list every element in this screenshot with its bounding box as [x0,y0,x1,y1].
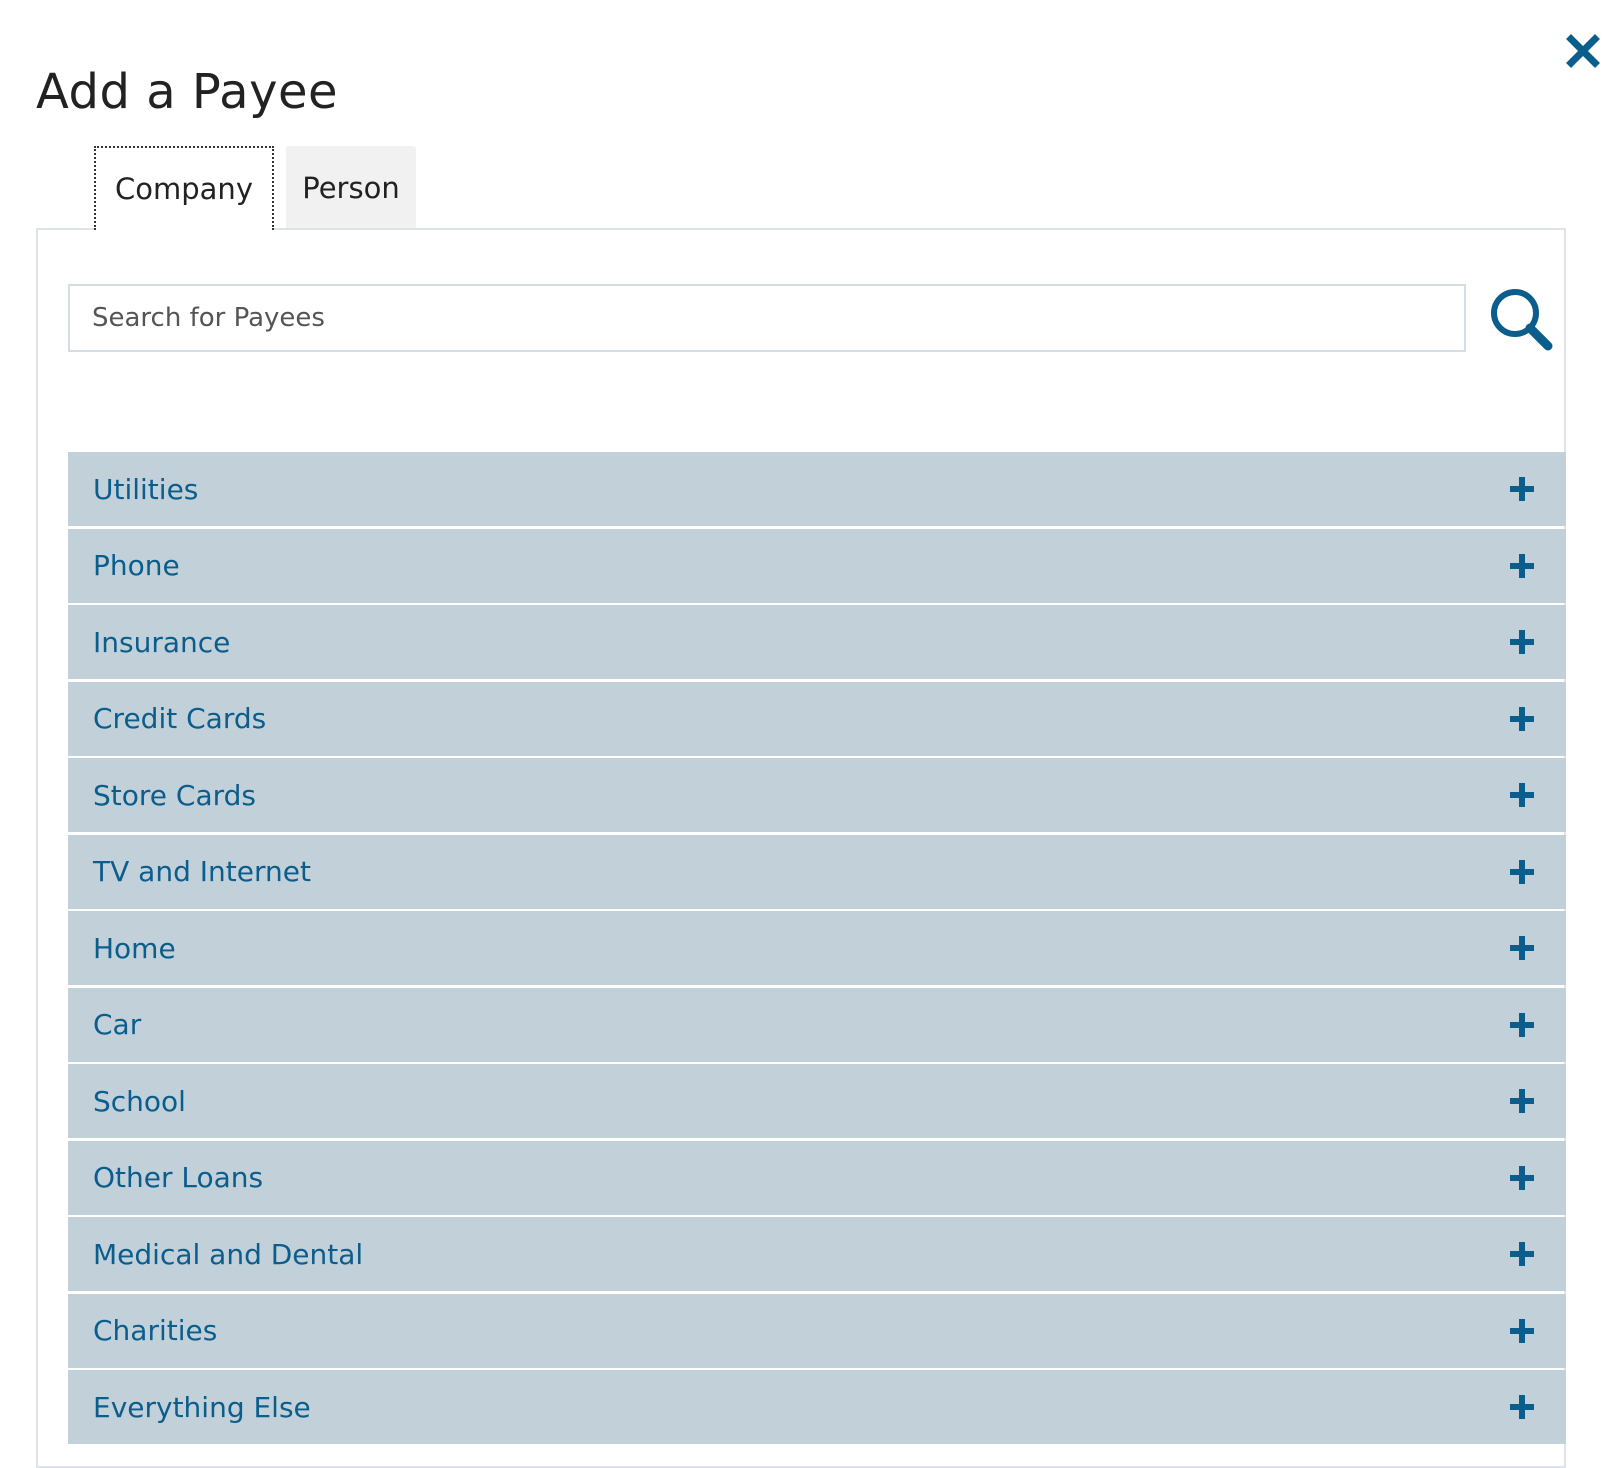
category-row[interactable]: Store Cards [68,758,1566,832]
plus-icon[interactable] [1508,1087,1536,1115]
category-label: Other Loans [93,1161,264,1194]
plus-icon[interactable] [1508,1393,1536,1421]
plus-icon[interactable] [1508,858,1536,886]
category-row[interactable]: Phone [68,528,1566,603]
category-label: Car [93,1008,142,1041]
category-label: Credit Cards [93,702,267,735]
category-row[interactable]: Other Loans [68,1140,1566,1215]
category-row[interactable]: Charities [68,1293,1566,1368]
category-row[interactable]: Utilities [68,452,1566,526]
category-label: Phone [93,549,180,582]
category-row[interactable]: Insurance [68,605,1566,679]
category-label: Everything Else [93,1390,311,1424]
category-row[interactable]: Credit Cards [68,681,1566,756]
category-label: Medical and Dental [93,1237,364,1271]
category-label: Insurance [93,625,231,659]
close-icon [1566,34,1600,68]
plus-icon[interactable] [1508,1011,1536,1039]
plus-icon[interactable] [1508,1240,1536,1268]
category-list: Utilities Phone Insurance Credit Cards Store… [68,452,1566,1447]
plus-icon[interactable] [1508,628,1536,656]
plus-icon[interactable] [1508,1164,1536,1192]
search-button[interactable] [1488,286,1554,352]
category-row[interactable]: TV and Internet [68,834,1566,909]
plus-icon[interactable] [1508,475,1536,503]
category-label: TV and Internet [93,855,311,888]
close-button[interactable] [1566,34,1600,68]
category-label: Home [93,931,176,965]
plus-icon[interactable] [1508,705,1536,733]
plus-icon[interactable] [1508,552,1536,580]
tab-person[interactable]: Person [286,146,416,230]
search-input[interactable] [68,284,1466,352]
plus-icon[interactable] [1508,934,1536,962]
category-label: Utilities [93,472,199,506]
category-row[interactable]: Car [68,987,1566,1062]
tab-company[interactable]: Company [94,146,274,230]
category-row[interactable]: Everything Else [68,1370,1566,1444]
plus-icon[interactable] [1508,781,1536,809]
search-icon [1488,286,1554,352]
category-label: School [93,1084,186,1118]
category-row[interactable]: Medical and Dental [68,1217,1566,1291]
category-label: Charities [93,1314,218,1347]
category-label: Store Cards [93,778,256,812]
plus-icon[interactable] [1508,1317,1536,1345]
page-title: Add a Payee [36,64,339,120]
category-row[interactable]: School [68,1064,1566,1138]
category-row[interactable]: Home [68,911,1566,985]
